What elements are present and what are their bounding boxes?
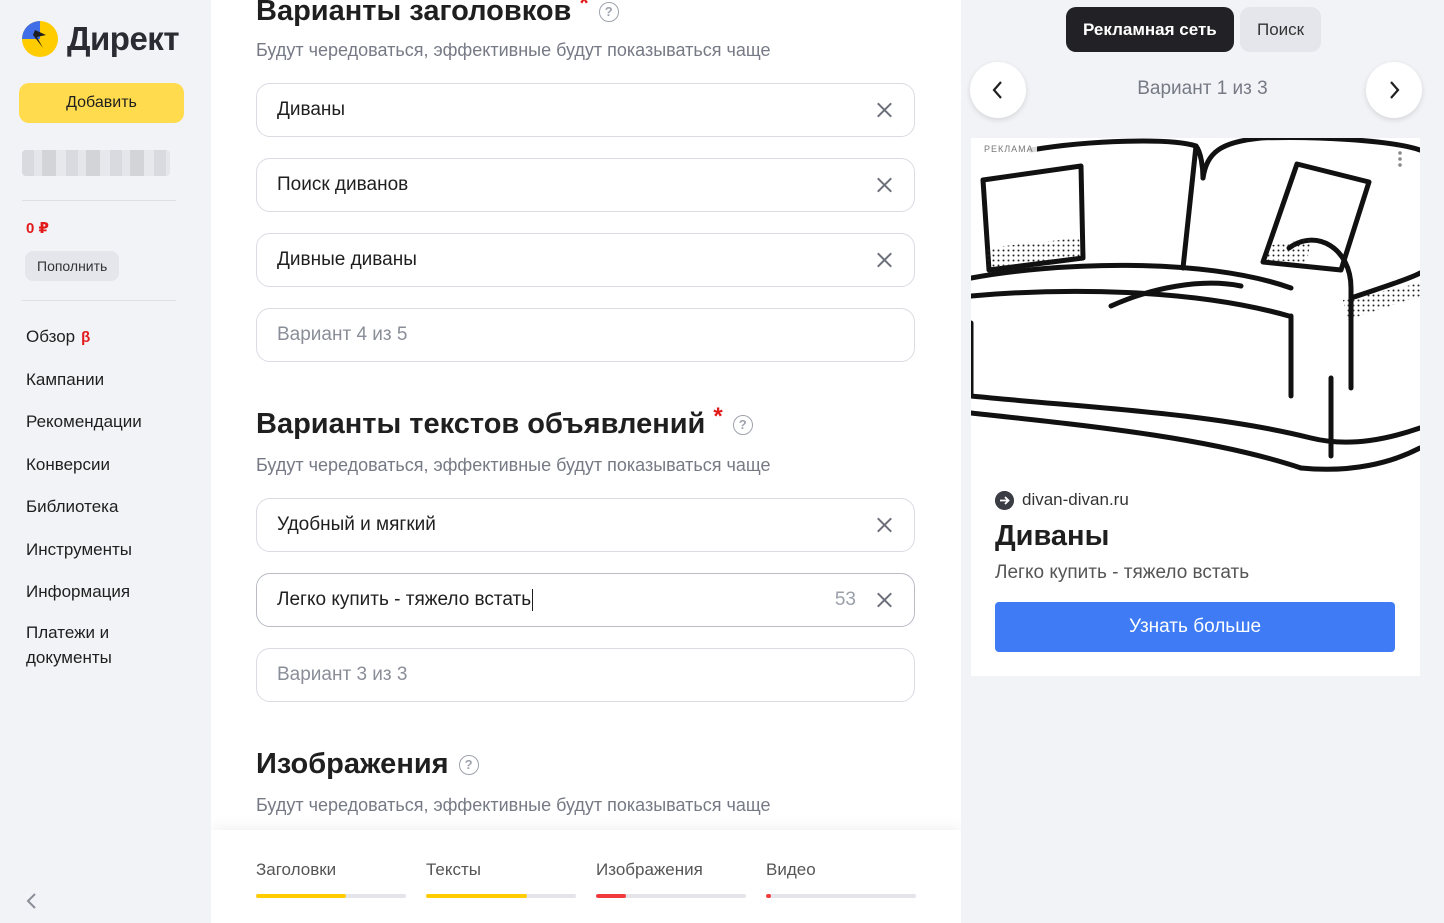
sidebar-item-tools[interactable]: Инструменты: [26, 533, 196, 576]
account-name-blurred[interactable]: [22, 150, 170, 176]
clear-icon[interactable]: [874, 250, 894, 270]
help-icon[interactable]: ?: [732, 414, 753, 435]
help-icon[interactable]: ?: [598, 1, 619, 22]
sidebar: Директ Добавить 0 ₽ Пополнить Обзор β Кам…: [0, 0, 211, 923]
direct-logo-icon: [22, 21, 58, 57]
ad-preview: Рекламная сеть Поиск Вариант 1 из 3 РЕКЛ…: [961, 0, 1444, 923]
ad-text: Легко купить - тяжело встать: [995, 562, 1250, 583]
progress-texts[interactable]: Тексты: [426, 860, 576, 898]
images-title: Изображения ?: [256, 748, 479, 781]
images-hint: Будут чередоваться, эффективные будут по…: [256, 795, 771, 815]
beta-badge: β: [81, 329, 91, 346]
char-counter: 53: [834, 589, 856, 610]
balance: 0 ₽: [26, 220, 49, 237]
sidebar-item-campaigns[interactable]: Кампании: [26, 363, 196, 406]
headline-field-3[interactable]: Дивные диваны: [256, 233, 915, 287]
text-field-1[interactable]: Удобный и мягкий: [256, 498, 915, 552]
sidebar-item-conversions[interactable]: Конверсии: [26, 448, 196, 491]
add-button[interactable]: Добавить: [19, 83, 184, 123]
ad-image: РЕКЛАМА: [971, 138, 1420, 483]
ad-form: Варианты заголовков * ? Будут чередовать…: [211, 0, 961, 923]
headline-field-2[interactable]: Поиск диванов: [256, 158, 915, 212]
progress-fill: [426, 894, 527, 898]
headlines-title: Варианты заголовков * ?: [256, 0, 619, 28]
more-options-icon[interactable]: [1390, 146, 1410, 172]
next-variant-button[interactable]: [1366, 62, 1422, 118]
sidebar-item-payments[interactable]: Платежи и документы: [26, 618, 196, 674]
texts-title: Варианты текстов объявлений * ?: [256, 403, 753, 441]
clear-icon[interactable]: [874, 100, 894, 120]
topup-button[interactable]: Пополнить: [25, 251, 120, 281]
tab-search[interactable]: Поиск: [1240, 7, 1322, 52]
headline-field-1[interactable]: Диваны: [256, 83, 915, 137]
learn-more-button[interactable]: Узнать больше: [995, 602, 1395, 652]
progress-fill: [256, 894, 346, 898]
progress-footer: Заголовки Тексты Изображения Видео: [211, 830, 961, 923]
clear-icon[interactable]: [874, 175, 894, 195]
logo-text: Директ: [67, 20, 179, 57]
progress-headlines[interactable]: Заголовки: [256, 860, 406, 898]
collapse-sidebar-icon[interactable]: [22, 889, 42, 913]
help-icon[interactable]: ?: [458, 754, 479, 775]
clear-icon[interactable]: [874, 590, 894, 610]
progress-fill: [766, 894, 771, 898]
sidebar-item-info[interactable]: Информация: [26, 575, 196, 618]
headlines-hint: Будут чередоваться, эффективные будут по…: [256, 40, 771, 60]
divider: [22, 200, 176, 201]
ad-card[interactable]: РЕКЛАМА divan-divan.ru Диваны Легко купи…: [971, 138, 1420, 676]
required-mark: *: [713, 402, 723, 430]
ad-domain[interactable]: divan-divan.ru: [995, 490, 1129, 510]
logo[interactable]: Директ: [22, 20, 179, 58]
texts-hint: Будут чередоваться, эффективные будут по…: [256, 455, 771, 475]
required-mark: *: [579, 0, 589, 17]
text-field-3[interactable]: Вариант 3 из 3: [256, 648, 915, 702]
clear-icon[interactable]: [874, 515, 894, 535]
sofa-illustration: [971, 138, 1420, 472]
ad-title: Диваны: [995, 520, 1110, 552]
progress-images[interactable]: Изображения: [596, 860, 746, 898]
sidebar-item-library[interactable]: Библиотека: [26, 490, 196, 533]
progress-fill: [596, 894, 626, 898]
divider: [22, 300, 176, 301]
arrow-right-icon: [995, 490, 1014, 510]
headline-field-4[interactable]: Вариант 4 из 5: [256, 308, 915, 362]
text-caret: [532, 588, 534, 611]
tab-ad-network[interactable]: Рекламная сеть: [1066, 7, 1234, 52]
sidebar-item-overview[interactable]: Обзор β: [26, 320, 196, 363]
text-field-2[interactable]: Легко купить - тяжело встать 53: [256, 573, 915, 627]
sidebar-item-recommendations[interactable]: Рекомендации: [26, 405, 196, 448]
chevron-right-icon: [1390, 81, 1400, 99]
sidebar-nav: Обзор β Кампании Рекомендации Конверсии Б…: [26, 320, 196, 674]
progress-video[interactable]: Видео: [766, 860, 916, 898]
ad-label: РЕКЛАМА: [981, 144, 1037, 154]
